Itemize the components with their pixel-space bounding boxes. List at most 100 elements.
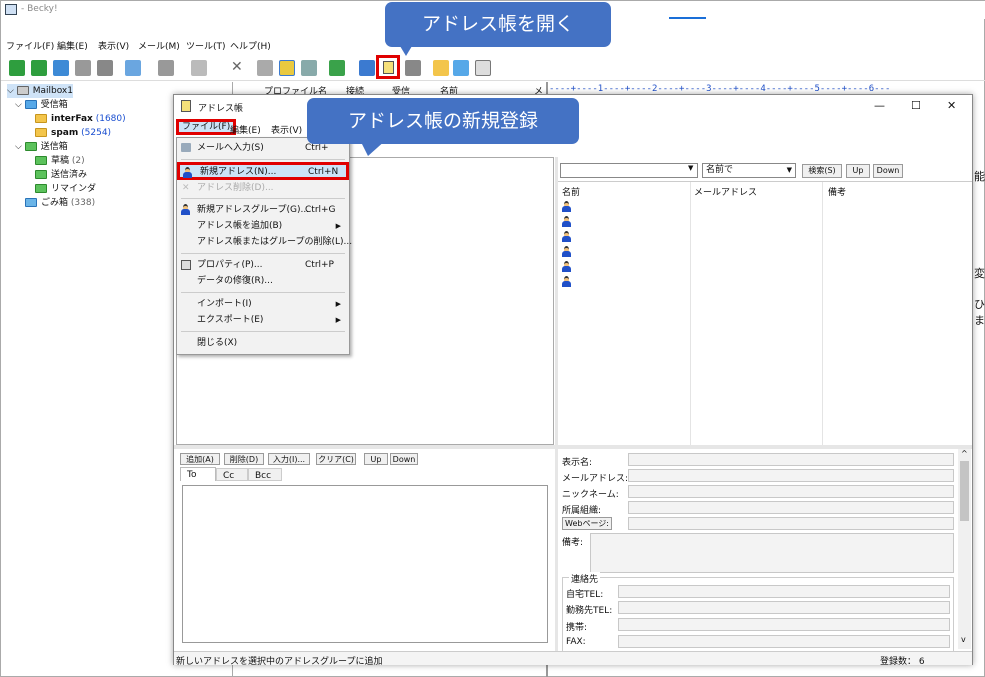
template-icon[interactable] <box>405 60 421 76</box>
minimize-button[interactable]: — <box>874 99 885 112</box>
menu-mail[interactable]: メール(M) <box>138 39 180 52</box>
menu-tools[interactable]: ツール(T) <box>186 39 226 52</box>
email-field[interactable] <box>628 469 954 482</box>
forward-icon[interactable] <box>191 60 207 76</box>
print-icon[interactable] <box>301 60 317 76</box>
maximize-button[interactable]: ☐ <box>911 99 921 112</box>
reminder-label: リマインダ <box>51 184 97 194</box>
clear-button[interactable]: クリア(C) <box>316 453 356 465</box>
close-button[interactable]: ✕ <box>947 99 956 112</box>
ab-menu-edit[interactable]: 編集(E) <box>230 123 261 136</box>
tab-cc[interactable]: Cc <box>216 468 248 481</box>
delete-icon[interactable]: ✕ <box>231 59 243 75</box>
nickname-field[interactable] <box>628 485 954 498</box>
menu-delete-book[interactable]: アドレス帳またはグループの削除(L)... <box>177 234 352 250</box>
tab-to[interactable]: To <box>180 467 216 481</box>
menu-export[interactable]: エクスポート(E) ▶ <box>177 312 349 328</box>
check-mail-icon[interactable] <box>125 60 141 76</box>
menu-add-book[interactable]: アドレス帳を追加(B) ▶ <box>177 218 349 234</box>
open-folder-icon[interactable] <box>433 60 449 76</box>
details-scrollbar[interactable]: ^ v <box>958 449 971 649</box>
menu-delete-address[interactable]: ✕ アドレス削除(D)... <box>177 180 349 196</box>
search-input[interactable] <box>560 163 698 178</box>
contact-row[interactable] <box>562 201 571 212</box>
compose-icon[interactable] <box>257 60 273 76</box>
col-email-header[interactable]: メールアドレス <box>694 185 757 198</box>
details-pane: 表示名: メールアドレス: ニックネーム: 所属組織: Webページ: 備考: … <box>558 449 972 657</box>
contact-row[interactable] <box>562 261 571 272</box>
edit-pencil-icon[interactable] <box>279 60 295 76</box>
contact-row[interactable] <box>562 246 571 257</box>
tab-bcc[interactable]: Bcc <box>248 468 282 481</box>
menu-close[interactable]: 閉じる(X) <box>177 335 349 351</box>
home-tel-label: 自宅TEL: <box>566 590 604 600</box>
delete-button[interactable]: 削除(D) <box>224 453 264 465</box>
address-book-icon <box>383 61 394 74</box>
webpage-button[interactable]: Webページ: <box>562 517 612 530</box>
input-button[interactable]: 入力(I)... <box>268 453 310 465</box>
scroll-up-icon[interactable]: ^ <box>961 449 968 458</box>
fax-field[interactable] <box>618 635 950 648</box>
layout-icon[interactable] <box>475 60 491 76</box>
search-button[interactable]: 検索(S) <box>802 164 842 178</box>
ab-menu-view[interactable]: 表示(V) <box>271 123 302 136</box>
scroll-thumb[interactable] <box>960 461 969 521</box>
organization-field[interactable] <box>628 501 954 514</box>
receive-all-icon[interactable] <box>31 60 47 76</box>
tree-sent[interactable]: 送信済み <box>35 168 87 182</box>
recipient-up-button[interactable]: Up <box>364 453 388 465</box>
callout-new-pointer <box>360 140 386 156</box>
menu-properties[interactable]: プロパティ(P)... Ctrl+P <box>177 257 349 273</box>
up-button[interactable]: Up <box>846 164 870 178</box>
tree-reminder[interactable]: リマインダ <box>35 182 96 196</box>
tree-draft[interactable]: 草稿 (2) <box>35 154 85 168</box>
send-receive-icon[interactable] <box>75 60 91 76</box>
tree-trash[interactable]: ごみ箱 (338) <box>25 196 95 210</box>
home-tel-field[interactable] <box>618 585 950 598</box>
ab-menu-file[interactable]: ファイル(F) <box>176 119 237 135</box>
add-button[interactable]: 追加(A) <box>180 453 220 465</box>
offline-icon[interactable] <box>97 60 113 76</box>
scroll-down-icon[interactable]: v <box>961 635 966 644</box>
search-mode-select[interactable]: 名前で ▼ <box>702 163 796 178</box>
tree-outbox[interactable]: ⌵ 送信箱 <box>15 140 68 154</box>
filter-icon[interactable] <box>329 60 345 76</box>
display-name-field[interactable] <box>628 453 954 466</box>
col-note-header[interactable]: 備考 <box>828 185 846 198</box>
work-tel-field[interactable] <box>618 601 950 614</box>
menu-import[interactable]: インポート(I) ▶ <box>177 296 349 312</box>
recipient-down-button[interactable]: Down <box>390 453 418 465</box>
contact-row[interactable] <box>562 216 571 227</box>
recipient-pane: 追加(A) 削除(D) 入力(I)... クリア(C) Up Down To C… <box>176 449 554 651</box>
tree-inbox[interactable]: ⌵ 受信箱 <box>15 98 68 112</box>
mobile-field[interactable] <box>618 618 950 631</box>
search-dropdown-icon[interactable]: ▼ <box>688 164 693 172</box>
expand-icon[interactable]: ⌵ <box>15 100 22 110</box>
tree-mailbox[interactable]: ⌵ Mailbox1 <box>7 84 73 98</box>
menu-view[interactable]: 表示(V) <box>98 39 129 52</box>
tree-spam[interactable]: spam (5254) <box>35 126 111 140</box>
webpage-field[interactable] <box>628 517 954 530</box>
col-name-header[interactable]: 名前 <box>562 185 580 198</box>
menu-edit[interactable]: 編集(E) <box>57 39 88 52</box>
expand-icon[interactable]: ⌵ <box>15 142 22 152</box>
down-button[interactable]: Down <box>873 164 903 178</box>
recipient-list[interactable] <box>182 485 548 643</box>
settings-icon[interactable] <box>453 60 469 76</box>
receive-mail-icon[interactable] <box>9 60 25 76</box>
note-field[interactable] <box>590 533 954 573</box>
contact-row[interactable] <box>562 231 571 242</box>
manager-icon[interactable] <box>359 60 375 76</box>
tree-interfax[interactable]: interFax (1680) <box>35 112 126 126</box>
reply-icon[interactable] <box>158 60 174 76</box>
menu-repair[interactable]: データの修復(R)... <box>177 273 349 289</box>
menu-file[interactable]: ファイル(F) <box>6 39 54 52</box>
menu-new-group[interactable]: 新規アドレスグループ(G)... Ctrl+G <box>177 202 349 218</box>
menu-separator <box>181 198 345 199</box>
send-mail-icon[interactable] <box>53 60 69 76</box>
contact-row[interactable] <box>562 276 571 287</box>
expand-icon[interactable]: ⌵ <box>7 86 14 96</box>
menu-new-address[interactable]: 新規アドレス(N)... Ctrl+N <box>177 162 349 180</box>
address-book-button[interactable] <box>376 55 400 79</box>
menu-help[interactable]: ヘルプ(H) <box>230 39 271 52</box>
